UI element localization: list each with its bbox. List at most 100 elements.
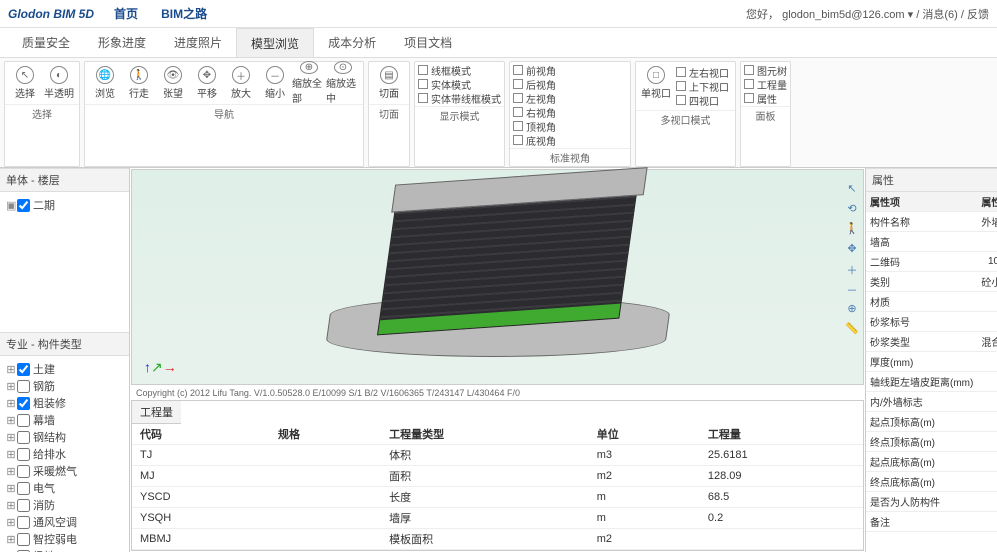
node-checkbox[interactable] <box>17 516 30 529</box>
ribbon-list-item[interactable]: 线框模式 <box>418 63 501 77</box>
walk-icon[interactable]: 🚶 <box>844 222 860 238</box>
property-row[interactable]: 起点顶标高(m)3.65 <box>866 412 997 432</box>
property-row[interactable]: 砂浆类型混合砂浆 <box>866 332 997 352</box>
tab-progress[interactable]: 形象进度 <box>84 28 160 57</box>
nav-home[interactable]: 首页 <box>114 7 138 21</box>
tab-quality[interactable]: 质量安全 <box>8 28 84 57</box>
ribbon-list-item[interactable]: 实体带线框模式 <box>418 91 501 105</box>
ribbon-list-item[interactable]: 前视角 <box>513 63 571 77</box>
table-row[interactable]: TJ体积m325.6181 <box>132 445 863 466</box>
ribbon-list-item[interactable]: 左右视口 <box>676 65 729 79</box>
ribbon-list-item[interactable]: 后视角 <box>513 77 571 91</box>
node-checkbox[interactable] <box>17 499 30 512</box>
expand-icon[interactable]: ⊞ <box>6 482 16 495</box>
discipline-node[interactable]: ⊞粗装修 <box>6 395 123 411</box>
node-checkbox[interactable] <box>17 363 30 376</box>
property-row[interactable]: 二维码109807 <box>866 252 997 272</box>
ribbon-button[interactable]: ⊙缩放选中 <box>326 64 360 102</box>
property-row[interactable]: 构件名称外墙大孔 <box>866 212 997 232</box>
user-drop-icon[interactable]: ▾ <box>908 9 914 21</box>
tab-model-view[interactable]: 模型浏览 <box>236 28 314 57</box>
ribbon-list-item[interactable]: 左视角 <box>513 91 571 105</box>
ribbon-button[interactable]: 👁张望 <box>156 64 190 102</box>
property-row[interactable]: 厚度(mm)200 <box>866 352 997 372</box>
pan-icon[interactable]: ✥ <box>844 242 860 258</box>
discipline-node[interactable]: ⊞幕墙 <box>6 412 123 428</box>
expand-icon[interactable]: ⊞ <box>6 397 16 410</box>
ribbon-button[interactable]: ＋放大 <box>224 64 258 102</box>
quantity-tab[interactable]: 工程量 <box>132 401 181 424</box>
messages-link[interactable]: 消息(6) <box>922 9 957 21</box>
discipline-node[interactable]: ⊞消防 <box>6 497 123 513</box>
ribbon-button[interactable]: ▤切面 <box>372 64 406 102</box>
property-row[interactable]: 终点底标高(m)-0.1 <box>866 472 997 492</box>
discipline-node[interactable]: ⊞电气 <box>6 480 123 496</box>
expand-icon[interactable]: ⊞ <box>6 516 16 529</box>
property-tab[interactable]: 属性 <box>866 168 997 192</box>
expand-icon[interactable]: ⊞ <box>6 465 16 478</box>
discipline-node[interactable]: ⊞智控弱电 <box>6 531 123 547</box>
ribbon-button[interactable]: 🚶行走 <box>122 64 156 102</box>
ribbon-button[interactable]: －缩小 <box>258 64 292 102</box>
zoom-fit-icon[interactable]: ⊕ <box>844 302 860 318</box>
discipline-node[interactable]: ⊞土建 <box>6 361 123 377</box>
ribbon-list-item[interactable]: 属性 <box>744 91 787 105</box>
ribbon-button[interactable]: ✥平移 <box>190 64 224 102</box>
property-row[interactable]: 备注 <box>866 512 997 532</box>
ribbon-button[interactable]: ⊕缩放全部 <box>292 64 326 102</box>
node-checkbox[interactable] <box>17 533 30 546</box>
table-row[interactable]: MBMJ模板面积m2 <box>132 529 863 550</box>
single-viewport-button[interactable]: □单视口 <box>639 64 673 102</box>
tab-cost[interactable]: 成本分析 <box>314 28 390 57</box>
discipline-node[interactable]: ⊞钢筋 <box>6 378 123 394</box>
ribbon-button[interactable]: 🌐浏览 <box>88 64 122 102</box>
orbit-icon[interactable]: ⟲ <box>844 202 860 218</box>
expand-icon[interactable]: ⊞ <box>6 431 16 444</box>
zoom-in-icon[interactable]: ＋ <box>844 262 860 278</box>
expand-icon[interactable]: ⊞ <box>6 363 16 376</box>
property-row[interactable]: 墙高3.75 <box>866 232 997 252</box>
node-checkbox[interactable] <box>17 448 30 461</box>
table-row[interactable]: YSCD长度m68.5 <box>132 487 863 508</box>
property-row[interactable]: 内/外墙标志外墙 <box>866 392 997 412</box>
feedback-link[interactable]: 反馈 <box>967 9 989 21</box>
3d-viewport[interactable]: ↑↗→ ↖ ⟲ 🚶 ✥ ＋ － ⊕ 📏 <box>131 169 864 385</box>
node-checkbox[interactable] <box>17 431 30 444</box>
property-row[interactable]: 终点顶标高(m)3.65 <box>866 432 997 452</box>
user-link[interactable]: glodon_bim5d@126.com <box>782 9 904 21</box>
ribbon-list-item[interactable]: 底视角 <box>513 133 571 147</box>
table-row[interactable]: MJ面积m2128.09 <box>132 466 863 487</box>
discipline-node[interactable]: ⊞给排水 <box>6 446 123 462</box>
node-checkbox[interactable] <box>17 397 30 410</box>
property-row[interactable]: 材质砌块 <box>866 292 997 312</box>
property-row[interactable]: 类别砼小型空 <box>866 272 997 292</box>
discipline-node[interactable]: ⊞采暖燃气 <box>6 463 123 479</box>
ribbon-list-item[interactable]: 工程量 <box>744 77 787 91</box>
node-checkbox[interactable] <box>17 482 30 495</box>
property-row[interactable]: 轴线距左墙皮距离(mm)100 <box>866 372 997 392</box>
ribbon-list-item[interactable]: 四视口 <box>676 93 729 107</box>
expand-icon[interactable]: ⊞ <box>6 448 16 461</box>
ribbon-list-item[interactable]: 右视角 <box>513 105 571 119</box>
expand-icon[interactable]: ▣ <box>6 199 16 212</box>
building-model[interactable] <box>308 167 688 367</box>
ribbon-button[interactable]: ↖选择 <box>8 64 42 102</box>
tab-photos[interactable]: 进度照片 <box>160 28 236 57</box>
table-row[interactable]: YSQH墙厚m0.2 <box>132 508 863 529</box>
node-checkbox[interactable] <box>17 414 30 427</box>
tab-docs[interactable]: 项目文档 <box>390 28 466 57</box>
node-checkbox[interactable] <box>17 380 30 393</box>
ribbon-button[interactable]: ◐半透明 <box>42 64 76 102</box>
discipline-node[interactable]: ⊞钢结构 <box>6 429 123 445</box>
expand-icon[interactable]: ⊞ <box>6 380 16 393</box>
nav-bim-road[interactable]: BIM之路 <box>161 7 207 21</box>
ribbon-list-item[interactable]: 顶视角 <box>513 119 571 133</box>
node-checkbox[interactable] <box>17 465 30 478</box>
ribbon-list-item[interactable]: 上下视口 <box>676 79 729 93</box>
expand-icon[interactable]: ⊞ <box>6 414 16 427</box>
expand-icon[interactable]: ⊞ <box>6 499 16 512</box>
measure-icon[interactable]: 📏 <box>844 322 860 338</box>
discipline-node[interactable]: ⊞通风空调 <box>6 514 123 530</box>
node-checkbox[interactable] <box>17 199 30 212</box>
zoom-out-icon[interactable]: － <box>844 282 860 298</box>
